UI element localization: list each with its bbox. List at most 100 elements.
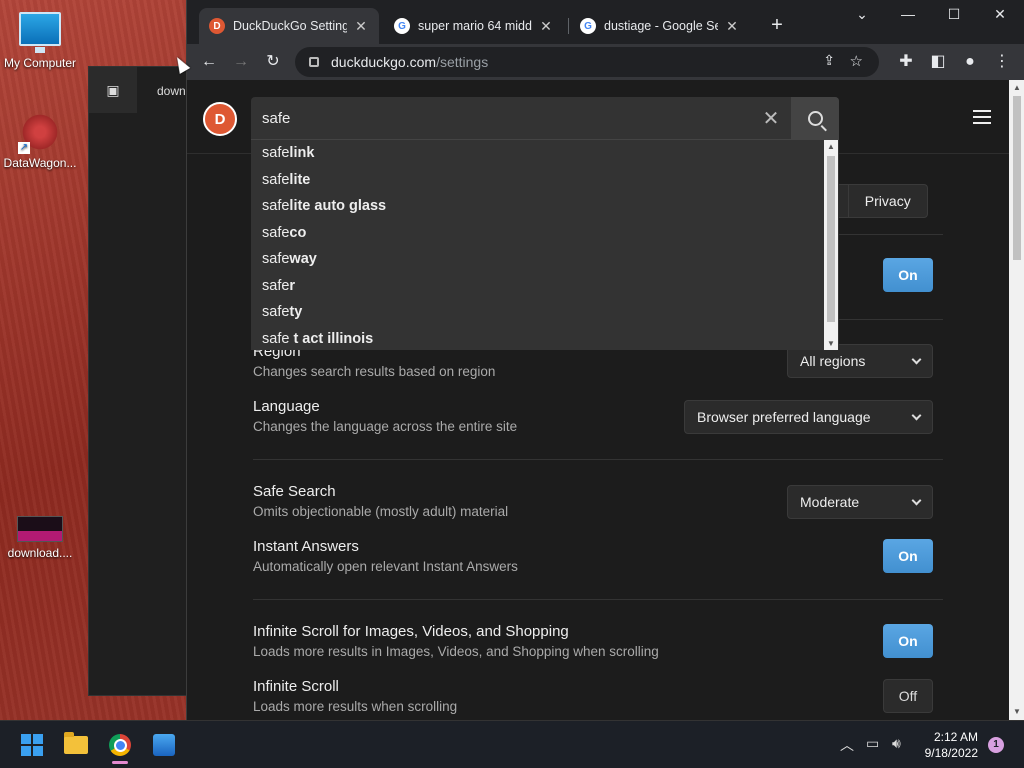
extensions-puzzle-icon[interactable]: ✚	[894, 50, 918, 74]
page-viewport: D ✕ safelink safelite safelite auto glas…	[187, 80, 1024, 720]
desktop-icon-download[interactable]: download....	[0, 516, 80, 560]
suggestion-item[interactable]: safe r	[251, 273, 839, 300]
suggestion-completion: way	[289, 251, 317, 268]
close-tab-icon[interactable]: ✕	[353, 18, 369, 35]
active-app-indicator	[112, 761, 128, 764]
scroll-down-arrow-icon[interactable]: ▼	[824, 337, 838, 350]
suggestion-completion: lite auto glass	[289, 198, 387, 215]
close-window-button[interactable]: ✕	[977, 6, 1023, 26]
tab-super-mario[interactable]: G super mario 64 middle ✕	[384, 8, 564, 44]
setting-row-infinite-scroll: Infinite Scroll Loads more results when …	[253, 678, 943, 714]
suggestion-item[interactable]: safe lite auto glass	[251, 193, 839, 220]
language-select[interactable]: Browser preferred language	[684, 400, 933, 434]
browser-toolbar: ← → ↻ duckduckgo.com/settings ⇪ ☆ ✚ ◧ ● …	[187, 44, 1024, 80]
background-window-title: down	[157, 84, 186, 98]
url-host: duckduckgo.com	[331, 54, 437, 70]
chevron-down-icon	[911, 354, 922, 365]
notification-badge[interactable]: 1	[988, 737, 1004, 753]
taskbar: ︿ ▭ 🔊︎ 2:12 AM 9/18/2022 1	[0, 720, 1024, 768]
forward-arrow-icon[interactable]: →	[229, 50, 253, 74]
search-input[interactable]	[251, 97, 751, 139]
network-icon[interactable]: ▭	[866, 735, 879, 752]
scrollbar-thumb[interactable]	[827, 156, 835, 322]
hamburger-menu-icon[interactable]	[973, 110, 991, 124]
maximize-button[interactable]: ☐	[931, 6, 977, 26]
image-icon[interactable]: ▣	[89, 67, 137, 113]
setting-title: Infinite Scroll	[253, 678, 339, 695]
close-tab-icon[interactable]: ✕	[724, 18, 740, 35]
infinite-scroll-toggle[interactable]: Off	[883, 679, 933, 713]
photos-taskbar-button[interactable]	[148, 729, 180, 761]
desktop-icon-my-computer[interactable]: My Computer	[0, 12, 80, 70]
chrome-taskbar-button[interactable]	[104, 729, 136, 761]
photos-icon	[153, 734, 175, 756]
back-arrow-icon[interactable]: ←	[197, 50, 221, 74]
clock-date: 9/18/2022	[924, 746, 978, 760]
shortcut-arrow-icon: ↗	[18, 142, 30, 154]
suggestion-completion: co	[289, 224, 307, 241]
setting-description: Automatically open relevant Instant Answ…	[253, 559, 518, 574]
lock-icon[interactable]	[309, 57, 319, 67]
bookmark-star-icon[interactable]: ☆	[850, 52, 863, 70]
suggestion-prefix: safe	[262, 224, 290, 241]
search-button[interactable]	[791, 97, 839, 139]
new-tab-button[interactable]: +	[765, 14, 789, 38]
folder-icon	[64, 732, 88, 754]
tab-dustiage[interactable]: G dustiage - Google Sear ✕	[570, 8, 750, 44]
file-explorer-button[interactable]	[60, 729, 92, 761]
side-panel-icon[interactable]: ◧	[926, 50, 950, 74]
suggestion-completion: r	[289, 277, 296, 294]
share-icon[interactable]: ⇪	[823, 52, 835, 69]
volume-icon[interactable]: 🔊︎	[892, 735, 901, 752]
minimize-button[interactable]: —	[885, 6, 931, 26]
desktop-icon-label: My Computer	[3, 56, 77, 70]
suggestion-scrollbar[interactable]: ▲ ▼	[824, 140, 838, 350]
settings-tab-privacy[interactable]: Privacy	[847, 184, 928, 218]
suggestion-prefix: safe	[262, 251, 290, 268]
top-setting-toggle[interactable]: On	[883, 258, 933, 292]
suggestion-prefix: safe	[262, 171, 290, 188]
setting-title: Infinite Scroll for Images, Videos, and …	[253, 623, 569, 640]
scroll-down-arrow-icon[interactable]: ▼	[1009, 704, 1024, 720]
setting-row-instant-answers: Instant Answers Automatically open relev…	[253, 538, 943, 574]
computer-icon	[19, 12, 61, 53]
suggestion-item[interactable]: safe lite	[251, 167, 839, 194]
google-favicon-icon: G	[394, 18, 410, 34]
address-bar[interactable]: duckduckgo.com/settings ⇪ ☆	[295, 47, 879, 77]
chrome-icon	[109, 734, 131, 756]
clear-search-icon[interactable]: ✕	[751, 106, 791, 131]
instant-answers-toggle[interactable]: On	[883, 539, 933, 573]
background-window[interactable]: ▣ down	[88, 66, 188, 696]
suggestion-completion: ty	[289, 304, 303, 321]
tab-separator	[568, 18, 569, 34]
suggestion-item[interactable]: safe way	[251, 246, 839, 273]
system-clock[interactable]: 2:12 AM 9/18/2022	[912, 729, 978, 761]
close-tab-icon[interactable]: ✕	[538, 18, 554, 35]
start-button[interactable]	[16, 729, 48, 761]
suggestion-item[interactable]: safe co	[251, 220, 839, 247]
tab-title: dustiage - Google Sear	[604, 19, 718, 33]
clock-time: 2:12 AM	[933, 730, 978, 744]
tab-search-chevron-icon[interactable]: ⌄	[839, 6, 885, 26]
image-file-icon	[17, 516, 63, 542]
desktop-icon-label: DataWagon...	[3, 156, 77, 170]
scroll-up-arrow-icon[interactable]: ▲	[1009, 80, 1024, 96]
safe-search-select[interactable]: Moderate	[787, 485, 933, 519]
suggestion-item[interactable]: safe ty	[251, 299, 839, 326]
tab-title: super mario 64 middle	[418, 19, 532, 33]
tab-duckduckgo-settings[interactable]: D DuckDuckGo Settings ✕	[199, 8, 379, 44]
show-hidden-icons-chevron-icon[interactable]: ︿	[840, 735, 854, 755]
reload-icon[interactable]: ↻	[261, 50, 285, 74]
suggestion-item[interactable]: safe link	[251, 140, 839, 167]
infinite-scroll-media-toggle[interactable]: On	[883, 624, 933, 658]
suggestion-item[interactable]: safe t act illinois	[251, 326, 839, 351]
desktop-icon-datawagon[interactable]: ↗ DataWagon...	[0, 112, 80, 170]
divider	[253, 599, 943, 600]
profile-avatar-icon[interactable]: ●	[958, 50, 982, 74]
page-scrollbar[interactable]: ▲ ▼	[1009, 80, 1024, 720]
setting-description: Loads more results when scrolling	[253, 699, 458, 714]
scrollbar-thumb[interactable]	[1013, 96, 1021, 260]
scroll-up-arrow-icon[interactable]: ▲	[824, 140, 838, 154]
duckduckgo-logo-icon[interactable]: D	[203, 102, 237, 136]
kebab-menu-icon[interactable]: ⋮	[990, 50, 1014, 74]
